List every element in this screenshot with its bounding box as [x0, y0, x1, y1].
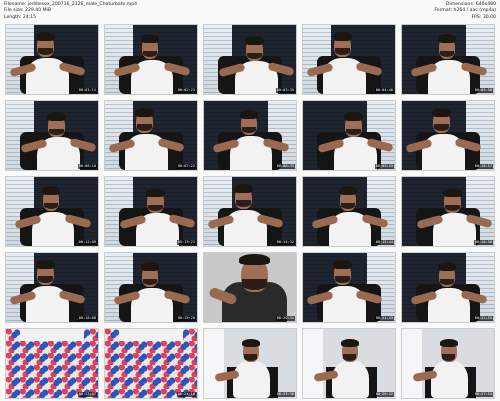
hair [437, 33, 457, 43]
hair [333, 259, 352, 269]
hair [437, 261, 457, 271]
timestamp-label: 00:25:30 [275, 392, 295, 397]
white-tank-top [332, 360, 370, 398]
timestamp-label: 00:05:58 [473, 88, 493, 93]
white-tank-top [233, 360, 271, 398]
timestamp-label: 00:23:07 [77, 392, 97, 397]
timestamp-label: 00:22:55 [473, 316, 493, 321]
video-thumbnail[interactable]: 00:12:09 [5, 176, 99, 247]
hair [432, 107, 451, 117]
hair [36, 31, 55, 41]
video-thumbnail[interactable]: 00:08:33 [203, 100, 297, 171]
video-thumbnail[interactable]: 00:13:21 [104, 176, 198, 247]
video-thumbnail[interactable]: 00:07:22 [104, 100, 198, 171]
video-thumbnail[interactable]: 00:15:44 [302, 176, 396, 247]
timestamp-label: 00:21:43 [374, 316, 394, 321]
timestamp-label: 00:04:46 [374, 88, 394, 93]
video-thumbnail[interactable]: 00:20:31 [203, 252, 297, 323]
hair [439, 338, 459, 347]
window-light [402, 329, 423, 398]
fps-label: FPS: 30.00 [471, 14, 497, 20]
thumbnail-grid: 00:01:11 00:02:23 00:03:35 00:04:46 00:05:58… [5, 24, 495, 399]
timestamp-label: 00:10:57 [473, 164, 493, 169]
hair [47, 112, 66, 121]
timestamp-label: 00:20:31 [275, 316, 295, 321]
timestamp-label: 00:03:35 [275, 88, 295, 93]
hair [333, 31, 352, 41]
timestamp-label: 00:12:09 [77, 240, 97, 245]
timestamp-label: 00:13:21 [176, 240, 196, 245]
video-thumbnail[interactable]: 00:24:18 [104, 328, 198, 399]
file-metadata-left: Filename: jeddiesex_200716_2326_male_Cha… [4, 2, 137, 21]
length-label: Length: 24:15 [4, 14, 37, 20]
timestamp-label: 00:07:22 [176, 164, 196, 169]
hair [146, 188, 165, 197]
hair [340, 338, 360, 347]
video-thumbnail[interactable]: 00:06:10 [5, 100, 99, 171]
video-thumbnail[interactable]: 00:09:45 [302, 100, 396, 171]
hair [36, 259, 55, 269]
video-thumbnail[interactable]: 00:01:11 [5, 24, 99, 95]
video-thumbnail[interactable]: 00:19:20 [104, 252, 198, 323]
hair [140, 33, 160, 43]
timestamp-label: 00:16:56 [473, 240, 493, 245]
timestamp-label: 00:01:11 [77, 88, 97, 93]
video-thumbnail[interactable]: 00:02:23 [104, 24, 198, 95]
contact-sheet-header: Filename: jeddiesex_200716_2326_male_Cha… [0, 0, 500, 24]
hair [41, 185, 61, 195]
video-thumbnail[interactable]: 00:21:43 [302, 252, 396, 323]
video-thumbnail[interactable]: 00:27:54 [401, 328, 495, 399]
hair [234, 183, 253, 193]
video-thumbnail[interactable]: 00:18:08 [5, 252, 99, 323]
video-thumbnail[interactable]: 00:16:56 [401, 176, 495, 247]
timestamp-label: 00:24:18 [176, 392, 196, 397]
timestamp-label: 00:02:23 [176, 88, 196, 93]
white-shirt-hem [19, 329, 85, 342]
hair [238, 254, 271, 266]
beard [441, 353, 456, 361]
video-thumbnail[interactable]: 00:05:58 [401, 24, 495, 95]
hair [140, 261, 160, 271]
timestamp-label: 00:06:10 [77, 164, 97, 169]
beard [342, 353, 357, 361]
white-tank-top [431, 360, 469, 398]
format-label: Format: h264 / aac (mp4a) [434, 8, 496, 14]
timestamp-label: 00:14:32 [275, 240, 295, 245]
timestamp-label: 00:15:44 [374, 240, 394, 245]
hair [239, 109, 259, 119]
timestamp-label: 00:19:20 [176, 316, 196, 321]
hair [135, 107, 154, 117]
window-light [303, 329, 324, 398]
video-thumbnail[interactable]: 00:26:42 [302, 328, 396, 399]
video-thumbnail[interactable]: 00:04:46 [302, 24, 396, 95]
hair [241, 338, 261, 347]
hair [344, 112, 363, 121]
video-thumbnail[interactable]: 00:23:07 [5, 328, 99, 399]
timestamp-label: 00:27:54 [473, 392, 493, 397]
video-thumbnail[interactable]: 00:22:55 [401, 252, 495, 323]
hair [245, 36, 264, 45]
window-light [204, 329, 225, 398]
video-thumbnail[interactable]: 00:10:57 [401, 100, 495, 171]
timestamp-label: 00:08:33 [275, 164, 295, 169]
beard [243, 353, 258, 361]
video-thumbnail[interactable]: 00:03:35 [203, 24, 297, 95]
timestamp-label: 00:26:42 [374, 392, 394, 397]
video-thumbnail[interactable]: 00:14:32 [203, 176, 297, 247]
white-shirt-hem [118, 329, 184, 342]
timestamp-label: 00:18:08 [77, 316, 97, 321]
video-thumbnail[interactable]: 00:25:30 [203, 328, 297, 399]
timestamp-label: 00:09:45 [374, 164, 394, 169]
file-metadata-right: Dimensions: 640x480 Format: h264 / aac (… [434, 2, 496, 21]
hair [338, 185, 358, 195]
hair [443, 188, 462, 197]
